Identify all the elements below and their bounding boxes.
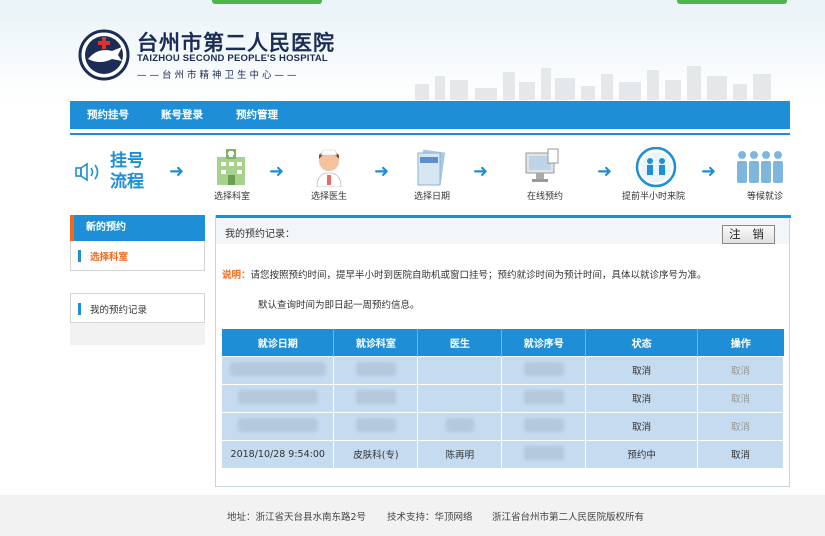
nav-divider: [70, 133, 790, 135]
footer-copyright: 浙江省台州市第二人民医院版权所有: [492, 512, 645, 523]
records-title: 我的预约记录：: [225, 229, 295, 240]
step-label-doctor: 选择医生: [311, 192, 348, 202]
cell-dept: [333, 411, 419, 440]
col-seq: 就诊序号: [501, 329, 587, 356]
table-row: 2018/10/28 9:54:00 皮肤科(专) 陈再明 预约中 取消: [222, 439, 784, 468]
calendar-icon: [417, 149, 446, 186]
hospital-subtitle: ——台州市精神卫生中心——: [137, 70, 300, 81]
sidebar-item-label: 选择科室: [90, 252, 129, 263]
col-dept: 就诊科室: [333, 329, 419, 356]
main-nav: 预约挂号 账号登录 预约管理: [70, 101, 790, 129]
footer: 地址：浙江省天台县水南东路2号 技术支持：华顶网络 浙江省台州市第二人民医院版权…: [0, 495, 825, 536]
cell-date: [222, 355, 335, 384]
waiting-people-icon: [737, 151, 783, 183]
cell-seq: [501, 355, 587, 384]
step-label-wait: 等候就诊: [747, 192, 784, 202]
redacted-block: [355, 389, 396, 404]
footer-support: 技术支持：华顶网络: [387, 512, 473, 523]
sidebar-head-new-appointment[interactable]: 新的预约: [70, 215, 205, 241]
hospital-name-en: TAIZHOU SECOND PEOPLE'S HOSPITAL: [137, 53, 328, 64]
cell-seq: [501, 383, 587, 412]
col-status: 状态: [585, 329, 699, 356]
step-label-department: 选择科室: [214, 192, 251, 202]
col-action: 操作: [697, 329, 784, 356]
computer-icon: [525, 148, 559, 182]
registration-flow: 挂号 流程 ➜ 选择科室 ➜ 选择医生 ➜ 选择日期 ➜ 在线预约 ➜ 提前半小…: [70, 137, 790, 207]
records-table: 就诊日期 就诊科室 医生 就诊序号 状态 操作 取消 取消 取消 取消 取消 取…: [222, 329, 784, 468]
step-label-online: 在线预约: [527, 192, 564, 202]
doctor-icon: [316, 149, 342, 187]
hospital-logo: [78, 29, 130, 81]
cell-seq: [501, 439, 587, 468]
logout-button[interactable]: 注 销: [722, 225, 775, 244]
cell-dept: [333, 383, 419, 412]
cancel-link[interactable]: 取消: [697, 411, 784, 440]
cell-date: [222, 383, 335, 412]
cell-dept: 皮肤科(专): [333, 439, 419, 468]
redacted-block: [523, 389, 564, 404]
cell-seq: [501, 411, 587, 440]
notice-body: 请您按照预约时间，提早半小时到医院自助机或窗口挂号；预约就诊时间为预计时间，具体…: [250, 270, 707, 281]
table-header-row: 就诊日期 就诊科室 医生 就诊序号 状态 操作: [222, 329, 784, 356]
cell-doctor: [417, 411, 503, 440]
step-label-arrive: 提前半小时来院: [622, 192, 686, 202]
cell-doctor: [417, 355, 503, 384]
flow-arrow-icon: ➜: [701, 161, 717, 182]
notice-text: 说明：请您按照预约时间，提早半小时到医院自助机或窗口挂号；预约就诊时间为预计时间…: [222, 267, 707, 281]
redacted-block: [523, 361, 564, 376]
cancel-link[interactable]: 取消: [697, 439, 784, 468]
cell-date: 2018/10/28 9:54:00: [222, 439, 335, 468]
nav-login[interactable]: 账号登录: [161, 101, 203, 129]
redacted-block: [355, 361, 396, 376]
nav-appointment[interactable]: 预约挂号: [87, 101, 129, 129]
redacted-block: [237, 417, 318, 432]
redacted-block: [229, 361, 326, 376]
flow-arrow-icon: ➜: [473, 161, 489, 182]
cell-date: [222, 411, 335, 440]
table-row: 取消 取消: [222, 383, 784, 412]
flow-title: 挂号 流程: [110, 151, 144, 192]
flow-arrow-icon: ➜: [597, 161, 613, 182]
redacted-block: [445, 417, 474, 432]
footer-address: 地址：浙江省天台县水南东路2号: [227, 512, 367, 523]
redacted-block: [237, 389, 318, 404]
cell-doctor: [417, 383, 503, 412]
sidebar-item-my-records[interactable]: 我的预约记录: [70, 293, 205, 323]
step-label-date: 选择日期: [414, 192, 451, 202]
cancel-link[interactable]: 取消: [697, 383, 784, 412]
nav-manage[interactable]: 预约管理: [236, 101, 278, 129]
redacted-block: [523, 417, 564, 432]
cancel-link[interactable]: 取消: [697, 355, 784, 384]
redacted-block: [355, 417, 396, 432]
cell-status: 预约中: [585, 439, 699, 468]
table-row: 取消 取消: [222, 411, 784, 440]
flow-arrow-icon: ➜: [269, 161, 285, 182]
notice-default-range: 默认查询时间为即日起一周预约信息。: [258, 300, 420, 311]
flow-arrow-icon: ➜: [169, 161, 185, 182]
notice-key: 说明：: [222, 270, 251, 281]
cell-status: 取消: [585, 411, 699, 440]
sidebar: 新的预约 选择科室 我的预约记录: [70, 215, 205, 345]
speaker-icon: [75, 162, 99, 182]
cell-status: 取消: [585, 383, 699, 412]
sidebar-filler: [70, 323, 205, 345]
redacted-block: [523, 445, 564, 460]
sidebar-item-label: 我的预约记录: [90, 305, 148, 316]
col-doctor: 医生: [417, 329, 503, 356]
cell-status: 取消: [585, 355, 699, 384]
people-arrive-icon: [635, 147, 677, 188]
city-skyline-image: [415, 66, 771, 100]
department-building-icon: [217, 149, 245, 185]
top-tab-right[interactable]: [677, 0, 787, 4]
cell-dept: [333, 355, 419, 384]
cell-doctor: 陈再明: [417, 439, 503, 468]
col-date: 就诊日期: [222, 329, 335, 356]
table-row: 取消 取消: [222, 355, 784, 384]
flow-arrow-icon: ➜: [374, 161, 390, 182]
top-tab-left[interactable]: [212, 0, 322, 4]
records-panel: 我的预约记录： 注 销 说明：请您按照预约时间，提早半小时到医院自助机或窗口挂号…: [215, 215, 791, 487]
sidebar-item-select-department[interactable]: 选择科室: [70, 241, 205, 271]
records-header: [216, 218, 789, 244]
